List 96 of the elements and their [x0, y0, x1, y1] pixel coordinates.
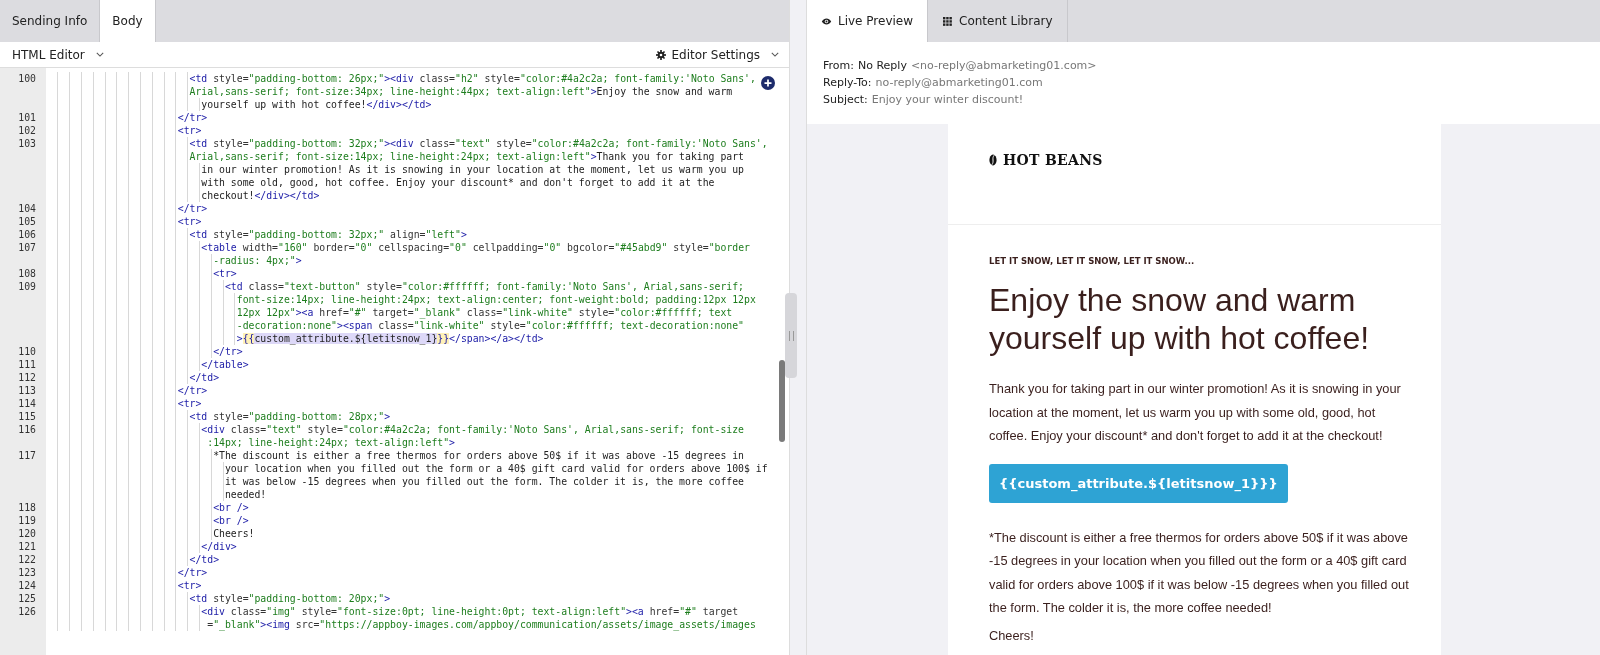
code-line: your location when you filled out the form or a 40$ gift card valid for orders above 100$ if	[224, 462, 768, 475]
code-line: <td class="text-button" style="color:#ffffff; font-family:'Noto Sans', Arial,sans-serif;	[224, 280, 745, 293]
settings-icon	[656, 49, 667, 60]
preheader-text: LET IT SNOW, LET IT SNOW, LET IT SNOW...	[989, 255, 1196, 267]
code-line: yourself up with hot coffee!</div></td>	[201, 98, 432, 111]
code-line: <td style="padding-bottom: 26px;"><div class="h2" style="color:#4a2c2a; font-family:'Noto Sans',	[189, 72, 756, 85]
line-number: 102	[17, 124, 37, 137]
line-number: 107	[17, 241, 37, 254]
caret-icon	[95, 52, 104, 57]
code-line: checkout!</div></td>	[201, 189, 320, 202]
line-number: 108	[17, 267, 37, 280]
line-number: 126	[17, 605, 37, 618]
field-label: From:	[823, 58, 854, 74]
line-number: 122	[17, 553, 37, 566]
line-number: 119	[17, 514, 37, 527]
line-number: 113	[17, 384, 37, 397]
code-line: </div>	[201, 540, 237, 553]
code-line: with some old, good, hot coffee. Enjoy your discount* and don't forget to add it at the	[201, 176, 715, 189]
email-body-text: Thank you for taking part in our winter promotion! As it is snowing in your location at the moment, let us warm you up with some old, good, hot coffee. Enjoy your discount* and don't forget to add it at the checkout!	[989, 380, 1402, 445]
code-line: </tr>	[177, 111, 208, 124]
code-line: <tr>	[177, 124, 202, 137]
code-line: Cheers!	[213, 527, 255, 540]
code-line: <tr>	[177, 579, 202, 592]
line-number: 106	[17, 228, 37, 241]
code-line: >{{custom_attribute.${letitsnow_1}}}</span></a></td>	[236, 332, 544, 345]
brand-name: HOT BEANS	[1003, 152, 1103, 168]
sender-name: No Reply	[857, 58, 907, 74]
code-line: </tr>	[213, 345, 243, 358]
line-number: 109	[17, 280, 37, 293]
footnote-text: *The discount is either a free thermos for orders above 50$ if it was above -15 degrees in your location when you filled out the form or a 40$ gift card valid for orders above 100$ if it was below -15 degrees when you filled out the form. The colder it is, the more coffee needed!	[989, 528, 1410, 617]
sign-off-text: Cheers!	[989, 626, 1035, 645]
code-line: </tr>	[177, 566, 208, 579]
line-number: 123	[17, 566, 37, 579]
code-line: <tr>	[177, 215, 202, 228]
scrollbar-thumb[interactable]	[779, 360, 785, 442]
eye-icon	[821, 16, 832, 26]
resize-handle[interactable]	[785, 293, 797, 378]
code-line: *The discount is either a free thermos for orders above 50$ if it was above -15 degrees in	[213, 449, 744, 462]
code-line: </td>	[189, 371, 220, 384]
code-line: <br />	[213, 514, 249, 527]
code-line: <tr>	[213, 267, 237, 280]
code-line: Arial,sans-serif; font-size:14px; line-height:24px; text-align:left">Thank you for taking part	[189, 150, 744, 163]
field-label: Subject:	[823, 92, 868, 108]
code-line: it was below -15 degrees when you filled out the form. The colder it is, the more coffee	[224, 475, 744, 488]
reply-to-address: no-reply@abmarketing01.com	[875, 75, 1043, 91]
code-line: font-size:14px; line-height:24px; text-align:center; font-weight:bold; padding:12px 12px	[236, 293, 756, 306]
code-line: <td style="padding-bottom: 32px;"><div class="text" style="color:#4a2c2a; font-family:'Noto Sans',	[189, 137, 768, 150]
line-number: 116	[17, 423, 37, 436]
line-number: 121	[17, 540, 37, 553]
sender-address: <no-reply@abmarketing01.com>	[910, 58, 1097, 74]
line-number: 118	[17, 501, 37, 514]
email-headline: Enjoy the snow and warm yourself up with hot coffee!	[989, 281, 1371, 357]
code-line: in our winter promotion! As it is snowing in your location at the moment, let us warm you up	[201, 163, 744, 176]
line-number: 100	[17, 72, 37, 85]
tab[interactable]: Body	[100, 0, 156, 42]
field-label: Reply-To:	[823, 75, 872, 91]
line-number: 104	[17, 202, 37, 215]
code-line: <td style="padding-bottom: 32px;" align="left">	[189, 228, 467, 241]
line-number: 115	[17, 410, 37, 423]
add-icon[interactable]	[761, 76, 775, 90]
code-line: 12px 12px"><a href="#" target="_blank" class="link-white" style="color:#ffffff; text	[236, 306, 733, 319]
code-line: </td>	[189, 553, 220, 566]
code-line: <div class="img" style="font-size:0pt; line-height:0pt; text-align:left"><a href="#" target	[201, 605, 739, 618]
line-number: 111	[17, 358, 37, 371]
caret-icon	[771, 52, 779, 57]
code-line: :14px; line-height:24px; text-align:left">	[207, 436, 455, 449]
tab[interactable]: Live Preview	[807, 0, 929, 42]
subject-text: Enjoy your winter discount!	[871, 92, 1024, 108]
code-line: ="_blank"><img src="https://appboy-images.com/appboy/communication/assets/image_assets/images	[207, 618, 756, 631]
code-line: <td style="padding-bottom: 20px;">	[189, 592, 391, 605]
editor-settings-button[interactable]: Editor Settings	[656, 47, 779, 62]
line-number: 114	[17, 397, 37, 410]
line-number: 101	[17, 111, 37, 124]
code-line: <br />	[213, 501, 249, 514]
coffee-bean-icon	[989, 154, 997, 166]
code-line: -radius: 4px;">	[213, 254, 302, 267]
grid-icon	[942, 16, 954, 26]
code-line: <table width="160" border="0" cellspacing="0" cellpadding="0" bgcolor="#45abd9" style="border	[201, 241, 750, 254]
line-number: 103	[17, 137, 37, 150]
code-line: </table>	[201, 358, 249, 371]
line-number: 117	[17, 449, 37, 462]
line-number: 125	[17, 592, 37, 605]
code-line: </tr>	[177, 384, 208, 397]
code-line: <div class="text" style="color:#4a2c2a; font-family:'Noto Sans', Arial,sans-serif; font-size	[201, 423, 744, 436]
line-number: 112	[17, 371, 37, 384]
line-number: 105	[17, 215, 37, 228]
code-line: <td style="padding-bottom: 28px;">	[189, 410, 391, 423]
line-number: 124	[17, 579, 37, 592]
code-line: -decoration:none"><span class="link-white" style="color:#ffffff; text-decoration:none"	[236, 319, 744, 332]
line-number: 110	[17, 345, 37, 358]
code-line: Arial,sans-serif; font-size:34px; line-height:44px; text-align:left">Enjoy the snow and warm	[189, 85, 733, 98]
line-number: 120	[17, 527, 37, 540]
editor-mode-dropdown[interactable]: HTML Editor	[12, 47, 104, 62]
code-line: <tr>	[177, 397, 202, 410]
code-line: needed!	[224, 488, 267, 501]
code-line: </tr>	[177, 202, 208, 215]
